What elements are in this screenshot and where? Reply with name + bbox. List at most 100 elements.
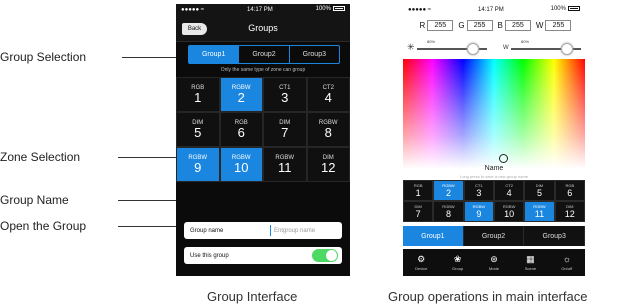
zone-7-button[interactable]: DIM 7 bbox=[263, 112, 307, 147]
tab-label: Group bbox=[452, 266, 464, 271]
zone-9-button[interactable]: RGBW 9 bbox=[176, 147, 220, 182]
zone-number: 1 bbox=[194, 89, 202, 105]
status-time: 14:17 PM bbox=[247, 6, 273, 13]
group-name-display[interactable]: Name bbox=[403, 165, 585, 172]
zone-number: 6 bbox=[237, 124, 245, 140]
use-group-toggle[interactable] bbox=[312, 249, 338, 262]
channel-b-value[interactable]: 255 bbox=[504, 19, 531, 31]
zone-10-button[interactable]: RGBW 10 bbox=[493, 201, 525, 222]
status-time: 14:17 PM bbox=[478, 6, 504, 13]
battery-indicator: 100% bbox=[316, 6, 345, 13]
group-name-input[interactable]: Entgroup name bbox=[274, 228, 315, 234]
brightness-icon: ✳ bbox=[407, 42, 415, 52]
channel-g-value[interactable]: 255 bbox=[466, 19, 493, 31]
color-picker-cursor[interactable] bbox=[499, 154, 508, 163]
zone-grid: RGB 1 RGBW 2 CT1 3 CT2 4 DIM 5 RGB 6 DIM 7 RGBW 8 RGBW 9 R… bbox=[176, 77, 350, 182]
zone-9-button[interactable]: RGBW 9 bbox=[463, 201, 494, 222]
callout-line bbox=[122, 57, 184, 58]
caption-group-interface: Group Interface bbox=[207, 289, 298, 304]
zone-number: 4 bbox=[506, 188, 512, 198]
text-cursor bbox=[270, 225, 271, 236]
group-icon: ❀ bbox=[453, 254, 462, 264]
zone-number: 10 bbox=[234, 159, 249, 175]
signal-indicator: ●●●●● ≈ bbox=[408, 6, 432, 13]
tab-label: Mode bbox=[489, 266, 500, 271]
channel-r-label: R bbox=[419, 20, 426, 30]
zone-8-button[interactable]: RGBW 8 bbox=[433, 201, 464, 222]
nav-bar: Back Groups bbox=[176, 15, 350, 42]
zone-number: 8 bbox=[324, 124, 332, 140]
tab-scene[interactable]: ▦ Scene bbox=[512, 249, 548, 276]
zone-number: 12 bbox=[564, 209, 575, 219]
zone-5-button[interactable]: DIM 5 bbox=[524, 180, 555, 201]
zone-4-button[interactable]: CT2 4 bbox=[306, 77, 350, 112]
group-tab-1[interactable]: Group1 bbox=[189, 46, 240, 63]
zone-number: 6 bbox=[567, 188, 573, 198]
slider-row: ✳ 80% W 80% bbox=[403, 35, 585, 59]
group-interface-screen: ●●●●● ≈ 14:17 PM 100% Back Groups Group1… bbox=[176, 4, 350, 276]
zone-10-button[interactable]: RGBW 10 bbox=[219, 147, 263, 182]
zone-8-button[interactable]: RGBW 8 bbox=[306, 112, 350, 147]
channel-r-value[interactable]: 255 bbox=[427, 19, 454, 31]
tab-label: Scene bbox=[524, 266, 537, 271]
zone-number: 8 bbox=[445, 209, 451, 219]
zone-12-button[interactable]: DIM 12 bbox=[554, 201, 585, 222]
channel-w-label: W bbox=[535, 20, 544, 30]
group-tab-2[interactable]: Group2 bbox=[464, 226, 525, 246]
group-tab-2[interactable]: Group2 bbox=[239, 46, 290, 63]
group-name-field[interactable]: Group name Entgroup name bbox=[184, 222, 342, 239]
tab-label: Device bbox=[415, 266, 428, 271]
zone-12-button[interactable]: DIM 12 bbox=[306, 147, 350, 182]
gear-icon: ⚙ bbox=[417, 254, 426, 264]
tab-label: On/off bbox=[561, 266, 573, 271]
group-name-hint: Long press to save a new group name bbox=[459, 174, 529, 179]
callout-zone-selection: Zone Selection bbox=[0, 150, 81, 164]
group-tab-3[interactable]: Group3 bbox=[524, 226, 585, 246]
zone-4-button[interactable]: CT2 4 bbox=[493, 180, 525, 201]
group-selector: Group1 Group2 Group3 bbox=[188, 45, 340, 64]
brightness-slider-thumb[interactable] bbox=[467, 43, 479, 55]
zone-number: 9 bbox=[194, 159, 202, 175]
zone-number: 9 bbox=[476, 209, 482, 219]
zone-6-button[interactable]: RGB 6 bbox=[554, 180, 585, 201]
tab-mode[interactable]: ⊛ Mode bbox=[476, 249, 512, 276]
use-group-label: Use this group bbox=[190, 252, 229, 259]
group-tab-1[interactable]: Group1 bbox=[403, 226, 464, 246]
white-percent: 80% bbox=[521, 39, 530, 44]
zone-7-button[interactable]: DIM 7 bbox=[403, 201, 434, 222]
scene-icon: ▦ bbox=[526, 254, 535, 264]
channel-b-label: B bbox=[497, 20, 503, 30]
mode-icon: ⊛ bbox=[490, 254, 498, 264]
main-interface-screen: ●●●●● ≈ 14:17 PM 100% R 255 G 255 B 255 W 255 ✳… bbox=[403, 4, 585, 276]
tab-device[interactable]: ⚙ Device bbox=[403, 249, 439, 276]
zone-11-button[interactable]: RGBW 11 bbox=[263, 147, 307, 182]
zone-2-button[interactable]: RGBW 2 bbox=[433, 180, 464, 201]
zone-5-button[interactable]: DIM 5 bbox=[176, 112, 220, 147]
signal-indicator: ●●●●● ≈ bbox=[181, 6, 205, 13]
zone-2-button[interactable]: RGBW 2 bbox=[219, 77, 263, 112]
zone-number: 11 bbox=[534, 209, 545, 219]
channel-g-label: G bbox=[458, 20, 465, 30]
zone-number: 10 bbox=[504, 209, 515, 219]
zone-number: 7 bbox=[415, 209, 421, 219]
zone-6-button[interactable]: RGB 6 bbox=[219, 112, 263, 147]
color-palette[interactable] bbox=[403, 59, 585, 169]
zone-hint: Only the same type of zone can group bbox=[220, 67, 306, 73]
channel-w-value[interactable]: 255 bbox=[545, 19, 572, 31]
zone-1-button[interactable]: RGB 1 bbox=[176, 77, 220, 112]
brightness-percent: 80% bbox=[427, 39, 436, 44]
zone-11-button[interactable]: RGBW 11 bbox=[524, 201, 555, 222]
group-tab-3[interactable]: Group3 bbox=[290, 46, 339, 63]
white-label: W bbox=[503, 45, 509, 51]
tab-group[interactable]: ❀ Group bbox=[439, 249, 475, 276]
zone-3-button[interactable]: CT1 3 bbox=[463, 180, 494, 201]
page-title: Groups bbox=[248, 23, 278, 33]
zone-1-button[interactable]: RGB 1 bbox=[403, 180, 434, 201]
zone-3-button[interactable]: CT1 3 bbox=[263, 77, 307, 112]
white-slider-thumb[interactable] bbox=[561, 43, 573, 55]
callout-open-group: Open the Group bbox=[0, 219, 87, 233]
zone-number: 4 bbox=[324, 89, 332, 105]
zone-number: 7 bbox=[281, 124, 289, 140]
tab-onoff[interactable]: ☼ On/off bbox=[549, 249, 585, 276]
callout-group-name: Group Name bbox=[0, 193, 69, 207]
